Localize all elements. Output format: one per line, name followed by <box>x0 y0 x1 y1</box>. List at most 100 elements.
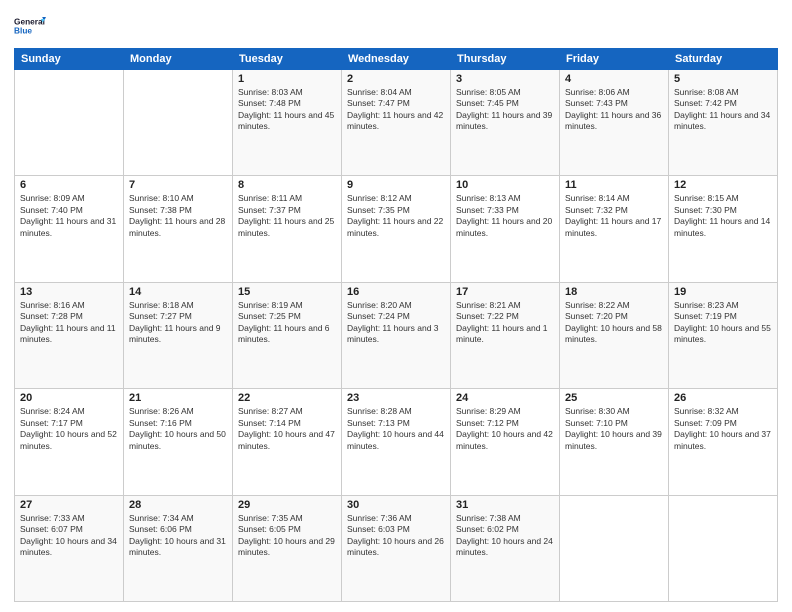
day-number: 13 <box>20 286 118 298</box>
cell-details: Sunrise: 8:28 AM Sunset: 7:13 PM Dayligh… <box>347 406 445 452</box>
calendar-cell: 24 Sunrise: 8:29 AM Sunset: 7:12 PM Dayli… <box>451 389 560 495</box>
cell-details: Sunrise: 8:30 AM Sunset: 7:10 PM Dayligh… <box>565 406 663 452</box>
cell-details: Sunrise: 7:38 AM Sunset: 6:02 PM Dayligh… <box>456 513 554 559</box>
cell-details: Sunrise: 7:34 AM Sunset: 6:06 PM Dayligh… <box>129 513 227 559</box>
calendar-cell: 17 Sunrise: 8:21 AM Sunset: 7:22 PM Dayli… <box>451 282 560 388</box>
cell-details: Sunrise: 8:12 AM Sunset: 7:35 PM Dayligh… <box>347 193 445 239</box>
calendar-cell: 14Sunrise: 8:18 AM Sunset: 7:27 PM Dayli… <box>124 282 233 388</box>
header: General Blue <box>14 10 778 42</box>
day-number: 15 <box>238 286 336 298</box>
day-number: 4 <box>565 73 663 85</box>
logo-svg: General Blue <box>14 10 46 42</box>
day-number: 19 <box>674 286 772 298</box>
day-number: 28 <box>129 499 227 511</box>
calendar-cell: 4 Sunrise: 8:06 AM Sunset: 7:43 PM Daylig… <box>560 70 669 176</box>
day-number: 16 <box>347 286 445 298</box>
calendar-week-1: 6Sunrise: 8:09 AM Sunset: 7:40 PM Daylig… <box>15 176 778 282</box>
day-number: 8 <box>238 179 336 191</box>
cell-details: Sunrise: 7:36 AM Sunset: 6:03 PM Dayligh… <box>347 513 445 559</box>
cell-details: Sunrise: 8:18 AM Sunset: 7:27 PM Dayligh… <box>129 300 227 346</box>
calendar-week-3: 20 Sunrise: 8:24 AM Sunset: 7:17 PM Dayli… <box>15 389 778 495</box>
day-number: 2 <box>347 73 445 85</box>
cell-details: Sunrise: 8:04 AM Sunset: 7:47 PM Dayligh… <box>347 87 445 133</box>
calendar-cell: 1 Sunrise: 8:03 AM Sunset: 7:48 PM Daylig… <box>233 70 342 176</box>
cell-details: Sunrise: 8:13 AM Sunset: 7:33 PM Dayligh… <box>456 193 554 239</box>
cell-details: Sunrise: 8:20 AM Sunset: 7:24 PM Dayligh… <box>347 300 445 346</box>
calendar-cell: 13 Sunrise: 8:16 AM Sunset: 7:28 PM Dayli… <box>15 282 124 388</box>
calendar-cell: 9 Sunrise: 8:12 AM Sunset: 7:35 PM Daylig… <box>342 176 451 282</box>
calendar-cell <box>15 70 124 176</box>
cell-details: Sunrise: 8:24 AM Sunset: 7:17 PM Dayligh… <box>20 406 118 452</box>
calendar-cell: 7Sunrise: 8:10 AM Sunset: 7:38 PM Daylig… <box>124 176 233 282</box>
day-number: 21 <box>129 392 227 404</box>
day-number: 18 <box>565 286 663 298</box>
cell-details: Sunrise: 8:23 AM Sunset: 7:19 PM Dayligh… <box>674 300 772 346</box>
calendar-cell: 26 Sunrise: 8:32 AM Sunset: 7:09 PM Dayli… <box>669 389 778 495</box>
calendar-cell: 10 Sunrise: 8:13 AM Sunset: 7:33 PM Dayli… <box>451 176 560 282</box>
calendar-cell: 12Sunrise: 8:15 AM Sunset: 7:30 PM Dayli… <box>669 176 778 282</box>
day-number: 10 <box>456 179 554 191</box>
day-number: 17 <box>456 286 554 298</box>
calendar-cell: 30 Sunrise: 7:36 AM Sunset: 6:03 PM Dayli… <box>342 495 451 601</box>
calendar-week-2: 13 Sunrise: 8:16 AM Sunset: 7:28 PM Dayli… <box>15 282 778 388</box>
day-number: 6 <box>20 179 118 191</box>
day-number: 31 <box>456 499 554 511</box>
calendar-cell: 29 Sunrise: 7:35 AM Sunset: 6:05 PM Dayli… <box>233 495 342 601</box>
calendar-cell: 27 Sunrise: 7:33 AM Sunset: 6:07 PM Dayli… <box>15 495 124 601</box>
cell-details: Sunrise: 8:03 AM Sunset: 7:48 PM Dayligh… <box>238 87 336 133</box>
cell-details: Sunrise: 8:11 AM Sunset: 7:37 PM Dayligh… <box>238 193 336 239</box>
day-number: 1 <box>238 73 336 85</box>
calendar-cell: 31 Sunrise: 7:38 AM Sunset: 6:02 PM Dayli… <box>451 495 560 601</box>
cell-details: Sunrise: 8:27 AM Sunset: 7:14 PM Dayligh… <box>238 406 336 452</box>
cell-details: Sunrise: 8:21 AM Sunset: 7:22 PM Dayligh… <box>456 300 554 346</box>
calendar-cell: 5 Sunrise: 8:08 AM Sunset: 7:42 PM Daylig… <box>669 70 778 176</box>
day-number: 22 <box>238 392 336 404</box>
calendar-cell: 18 Sunrise: 8:22 AM Sunset: 7:20 PM Dayli… <box>560 282 669 388</box>
cell-details: Sunrise: 8:19 AM Sunset: 7:25 PM Dayligh… <box>238 300 336 346</box>
calendar-cell <box>560 495 669 601</box>
cell-details: Sunrise: 8:06 AM Sunset: 7:43 PM Dayligh… <box>565 87 663 133</box>
calendar-cell: 20 Sunrise: 8:24 AM Sunset: 7:17 PM Dayli… <box>15 389 124 495</box>
calendar-header-friday: Friday <box>560 49 669 70</box>
calendar-page: General Blue SundayMondayTuesdayWednesda… <box>0 0 792 612</box>
day-number: 20 <box>20 392 118 404</box>
day-number: 29 <box>238 499 336 511</box>
logo: General Blue <box>14 10 46 42</box>
calendar-header-wednesday: Wednesday <box>342 49 451 70</box>
calendar-cell: 8 Sunrise: 8:11 AM Sunset: 7:37 PM Daylig… <box>233 176 342 282</box>
calendar-header-thursday: Thursday <box>451 49 560 70</box>
calendar-header-monday: Monday <box>124 49 233 70</box>
svg-text:Blue: Blue <box>14 26 32 36</box>
day-number: 12 <box>674 179 772 191</box>
cell-details: Sunrise: 8:16 AM Sunset: 7:28 PM Dayligh… <box>20 300 118 346</box>
calendar-cell: 3Sunrise: 8:05 AM Sunset: 7:45 PM Daylig… <box>451 70 560 176</box>
calendar-cell: 23Sunrise: 8:28 AM Sunset: 7:13 PM Dayli… <box>342 389 451 495</box>
calendar-cell: 28 Sunrise: 7:34 AM Sunset: 6:06 PM Dayli… <box>124 495 233 601</box>
day-number: 27 <box>20 499 118 511</box>
cell-details: Sunrise: 8:26 AM Sunset: 7:16 PM Dayligh… <box>129 406 227 452</box>
cell-details: Sunrise: 7:33 AM Sunset: 6:07 PM Dayligh… <box>20 513 118 559</box>
day-number: 24 <box>456 392 554 404</box>
calendar-cell <box>669 495 778 601</box>
calendar-cell: 21 Sunrise: 8:26 AM Sunset: 7:16 PM Dayli… <box>124 389 233 495</box>
day-number: 26 <box>674 392 772 404</box>
calendar-table: SundayMondayTuesdayWednesdayThursdayFrid… <box>14 48 778 602</box>
calendar-cell: 16 Sunrise: 8:20 AM Sunset: 7:24 PM Dayli… <box>342 282 451 388</box>
calendar-week-0: 1 Sunrise: 8:03 AM Sunset: 7:48 PM Daylig… <box>15 70 778 176</box>
day-number: 5 <box>674 73 772 85</box>
cell-details: Sunrise: 8:32 AM Sunset: 7:09 PM Dayligh… <box>674 406 772 452</box>
calendar-cell: 19 Sunrise: 8:23 AM Sunset: 7:19 PM Dayli… <box>669 282 778 388</box>
calendar-header-sunday: Sunday <box>15 49 124 70</box>
calendar-cell: 11Sunrise: 8:14 AM Sunset: 7:32 PM Dayli… <box>560 176 669 282</box>
day-number: 25 <box>565 392 663 404</box>
cell-details: Sunrise: 7:35 AM Sunset: 6:05 PM Dayligh… <box>238 513 336 559</box>
cell-details: Sunrise: 8:22 AM Sunset: 7:20 PM Dayligh… <box>565 300 663 346</box>
calendar-cell: 15 Sunrise: 8:19 AM Sunset: 7:25 PM Dayli… <box>233 282 342 388</box>
day-number: 9 <box>347 179 445 191</box>
calendar-week-4: 27 Sunrise: 7:33 AM Sunset: 6:07 PM Dayli… <box>15 495 778 601</box>
calendar-cell <box>124 70 233 176</box>
cell-details: Sunrise: 8:29 AM Sunset: 7:12 PM Dayligh… <box>456 406 554 452</box>
cell-details: Sunrise: 8:10 AM Sunset: 7:38 PM Dayligh… <box>129 193 227 239</box>
day-number: 30 <box>347 499 445 511</box>
cell-details: Sunrise: 8:08 AM Sunset: 7:42 PM Dayligh… <box>674 87 772 133</box>
